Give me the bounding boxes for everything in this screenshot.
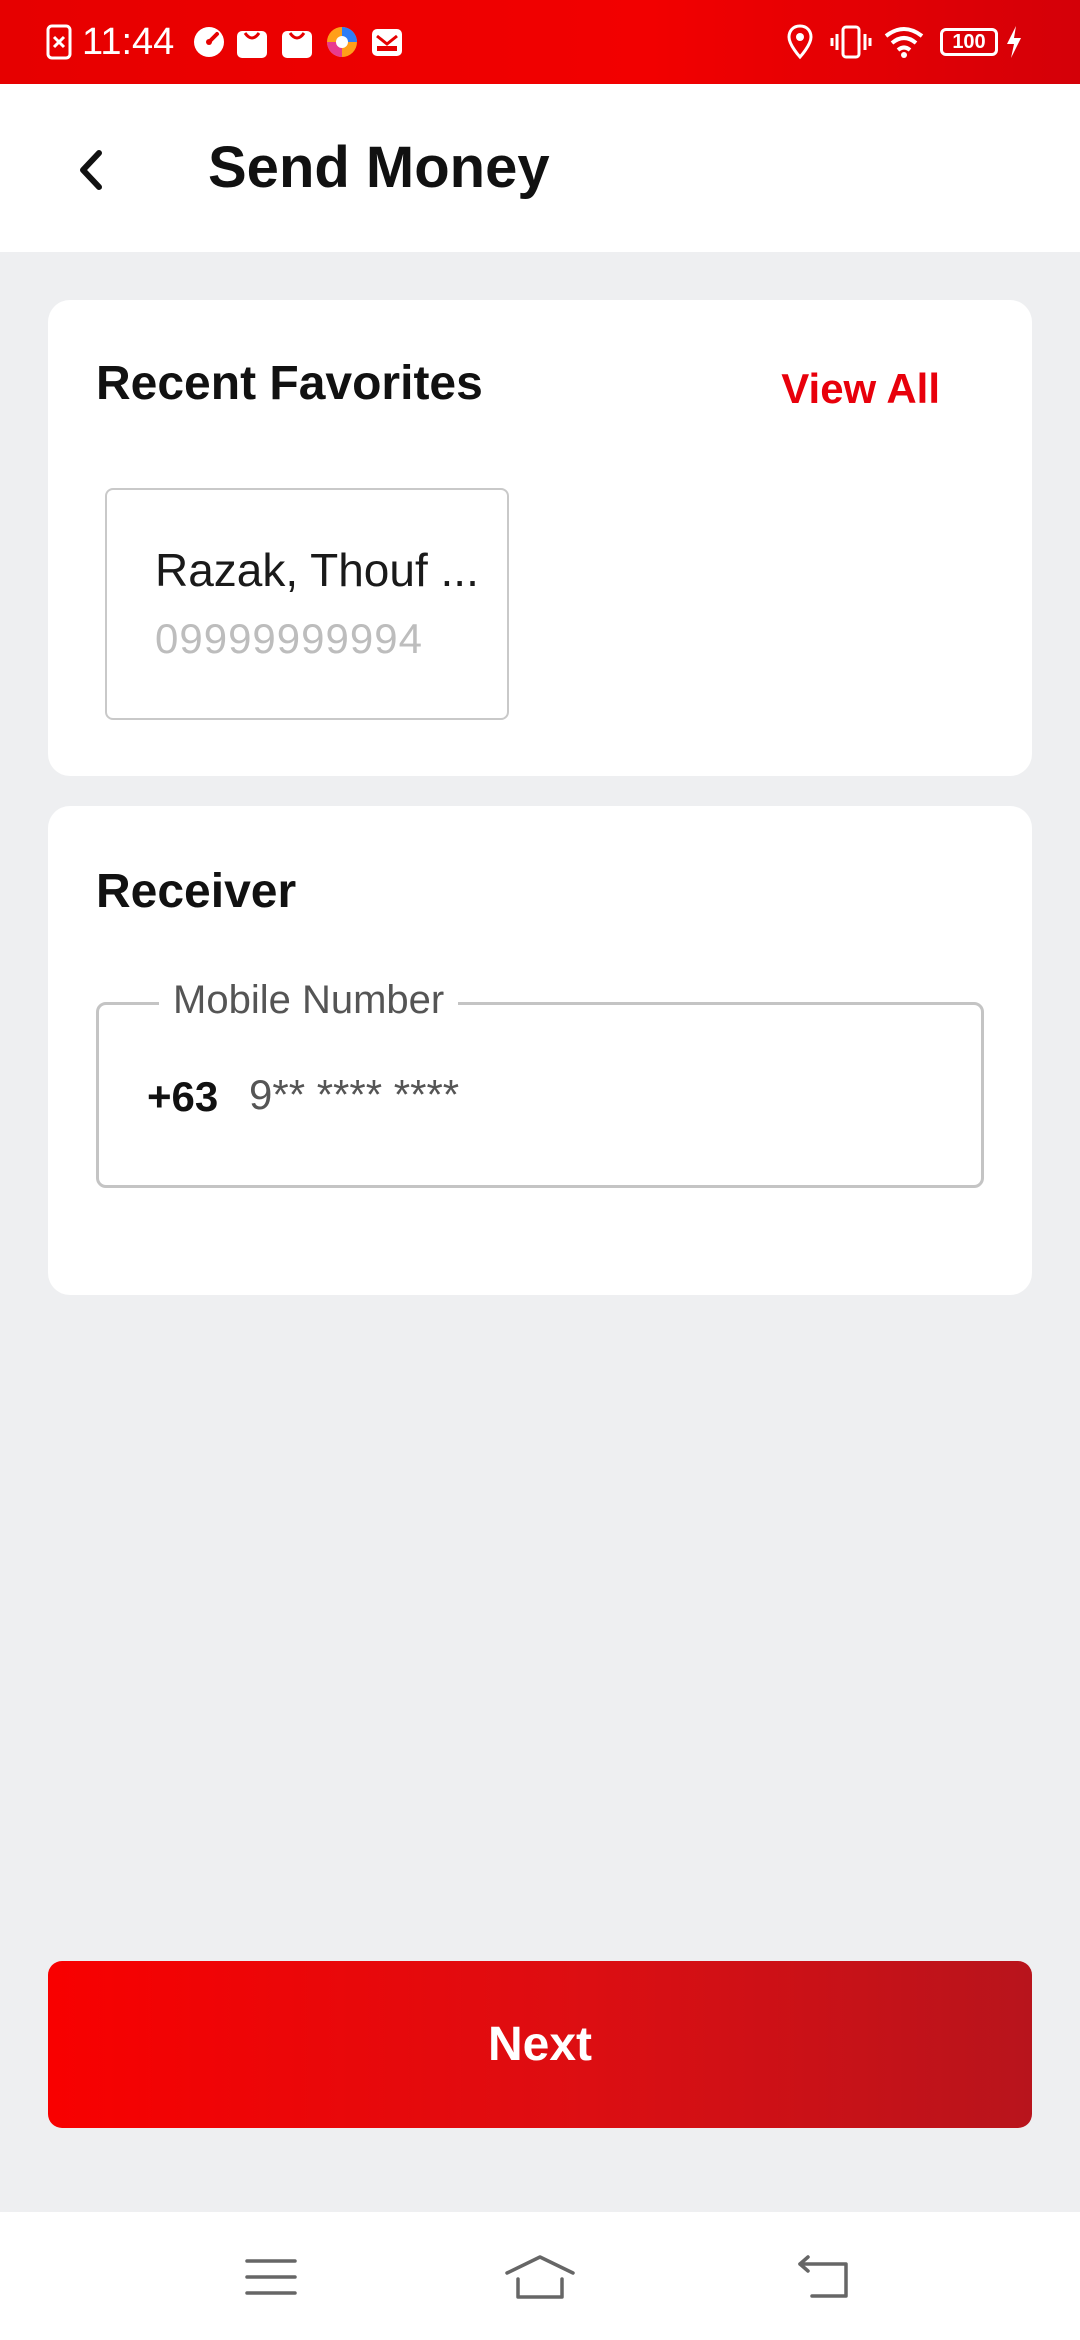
- home-icon: [505, 2255, 575, 2299]
- battery-icon: 100: [940, 28, 998, 56]
- status-time: 11:44: [82, 21, 175, 63]
- mobile-number-label: Mobile Number: [159, 975, 459, 1025]
- view-all-link[interactable]: View All: [781, 362, 940, 416]
- next-button[interactable]: Next: [48, 1961, 1032, 2128]
- home-button[interactable]: [490, 2232, 590, 2322]
- mobile-number-field[interactable]: Mobile Number +63: [96, 975, 984, 1188]
- speedometer-icon: [194, 27, 224, 57]
- recent-favorites-title: Recent Favorites: [96, 357, 483, 410]
- app-bar: Send Money: [0, 84, 1080, 252]
- menu-icon: [245, 2259, 297, 2295]
- back-nav-button[interactable]: [774, 2232, 874, 2322]
- status-bar: 11:44 100: [0, 0, 1080, 84]
- vibrate-icon: [830, 25, 872, 59]
- screenshot-icon: [46, 24, 72, 60]
- back-icon: [798, 2255, 848, 2298]
- receiver-card: Receiver Mobile Number +63: [48, 806, 1032, 1295]
- wifi-icon: [884, 27, 924, 58]
- shopping-bag-icon: [237, 31, 267, 58]
- favorite-contact-number: 09999999994: [155, 615, 423, 662]
- page-title: Send Money: [208, 135, 550, 200]
- back-button[interactable]: [58, 138, 122, 202]
- browser-icon: [327, 27, 357, 57]
- mobile-number-input[interactable]: [249, 1065, 949, 1125]
- shopping-bag-icon: [282, 31, 312, 58]
- location-icon: [787, 24, 813, 60]
- country-code: +63: [147, 1073, 219, 1120]
- battery-level: 100: [952, 31, 986, 53]
- mail-icon: [372, 29, 402, 56]
- favorite-contact-name: Razak, Thouf ...: [155, 544, 479, 596]
- receiver-title: Receiver: [96, 865, 297, 918]
- charging-icon: [1007, 26, 1021, 58]
- favorite-contact-tile[interactable]: Razak, Thouf ... 09999999994: [105, 488, 509, 720]
- recent-favorites-card: Recent Favorites View All Razak, Thouf .…: [48, 300, 1032, 776]
- menu-button[interactable]: [221, 2232, 321, 2322]
- system-nav-bar: [0, 2212, 1080, 2340]
- chevron-left-icon: [80, 150, 102, 190]
